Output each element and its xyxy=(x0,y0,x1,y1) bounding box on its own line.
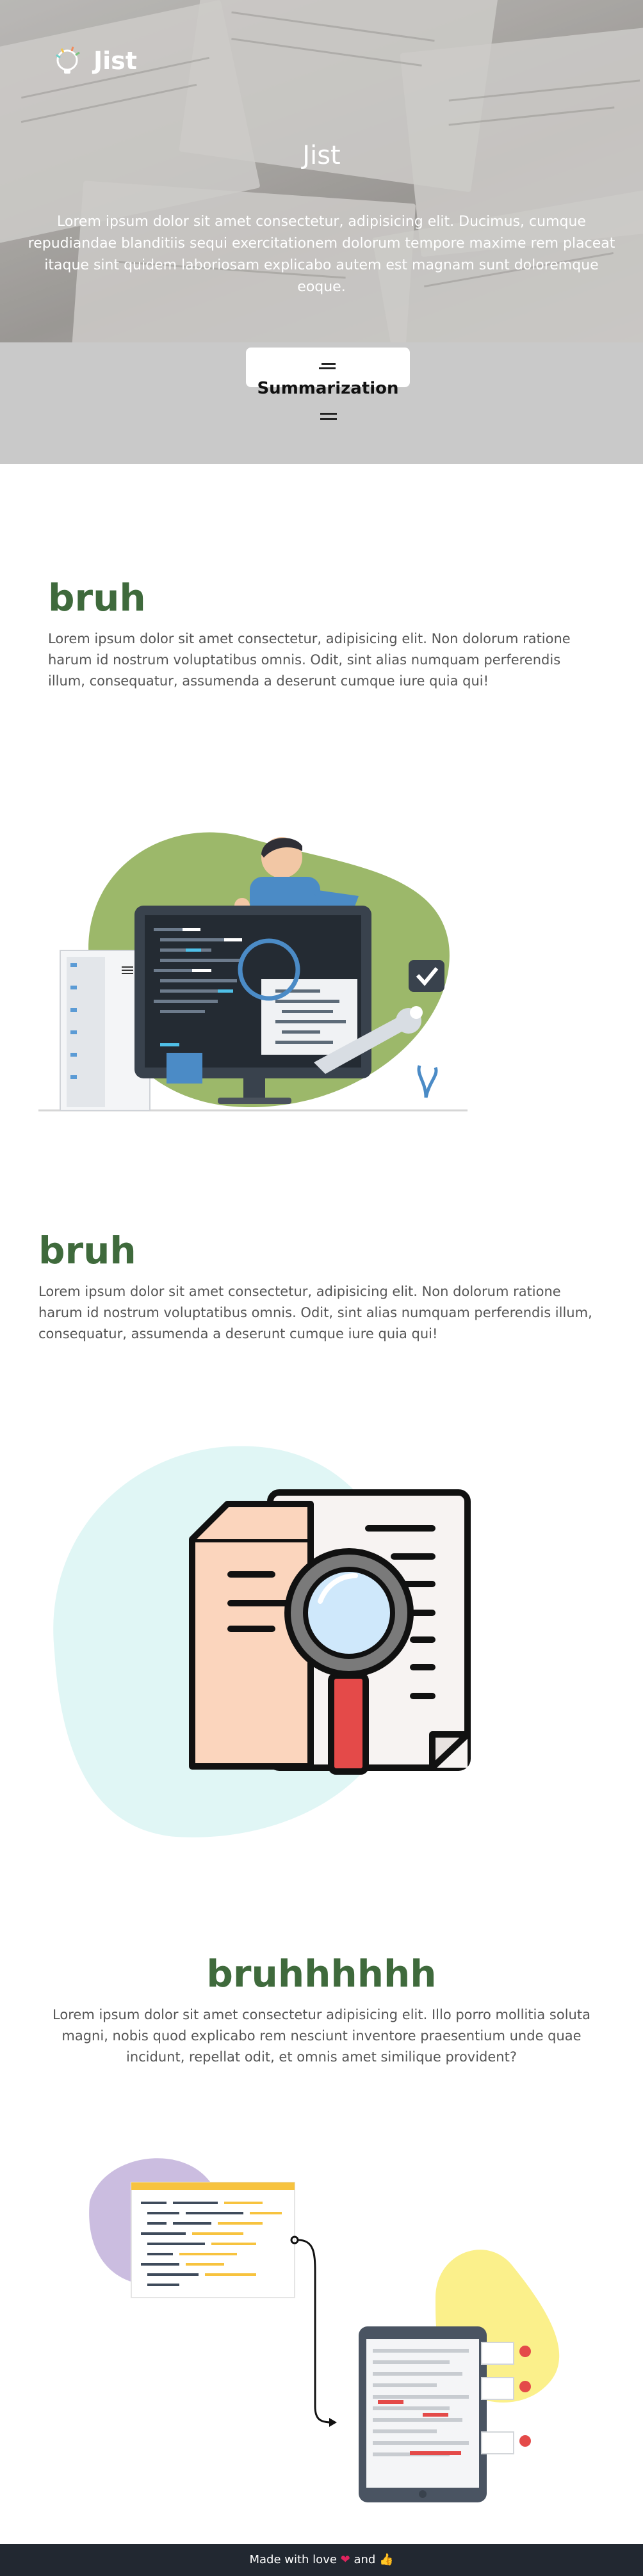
footer-text-middle: and xyxy=(354,2553,376,2566)
section-2-text: Lorem ipsum dolor sit amet consectetur, … xyxy=(38,1284,592,1341)
section-1-text: Lorem ipsum dolor sit amet consectetur, … xyxy=(48,631,571,689)
code-to-mobile-illustration xyxy=(89,2158,560,2502)
brand-logo[interactable]: Jist xyxy=(51,41,137,81)
thumbs-up-icon: 👍 xyxy=(379,2553,394,2566)
menu-icon[interactable] xyxy=(320,413,337,423)
logo-text: Jist xyxy=(94,47,137,75)
heart-icon: ❤ xyxy=(340,2553,350,2566)
footer: Made with love ❤ and 👍 xyxy=(0,2544,643,2576)
section-2-title: bruh xyxy=(38,1229,136,1272)
lightbulb-icon xyxy=(51,41,88,81)
section-3-title: bruhhhhhh xyxy=(206,1952,437,1996)
developer-illustration xyxy=(38,832,468,1112)
footer-text-prefix: Made with love xyxy=(249,2553,337,2566)
hero-subtitle: Lorem ipsum dolor sit amet consectetur, … xyxy=(28,214,615,295)
summarization-label[interactable]: Summarization xyxy=(246,379,410,398)
section-3-text: Lorem ipsum dolor sit amet consectetur a… xyxy=(53,2007,590,2065)
section-1-title: bruh xyxy=(48,576,146,620)
hero-title: Jist xyxy=(302,141,341,170)
document-search-illustration xyxy=(53,1446,471,1837)
